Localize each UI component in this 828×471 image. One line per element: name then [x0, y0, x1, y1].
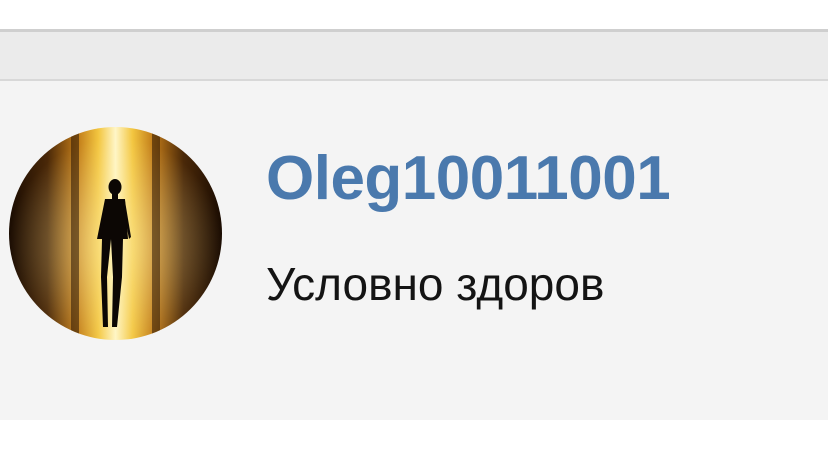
avatar[interactable]: [9, 127, 222, 340]
username[interactable]: Oleg10011001: [266, 143, 671, 215]
header-band: [0, 32, 828, 79]
profile-card[interactable]: Oleg10011001 Условно здоров: [0, 81, 828, 420]
status-text: Условно здоров: [266, 258, 605, 310]
silhouette-avatar-icon: [9, 127, 222, 340]
top-strip: [0, 0, 828, 29]
bottom-area: [0, 420, 828, 471]
